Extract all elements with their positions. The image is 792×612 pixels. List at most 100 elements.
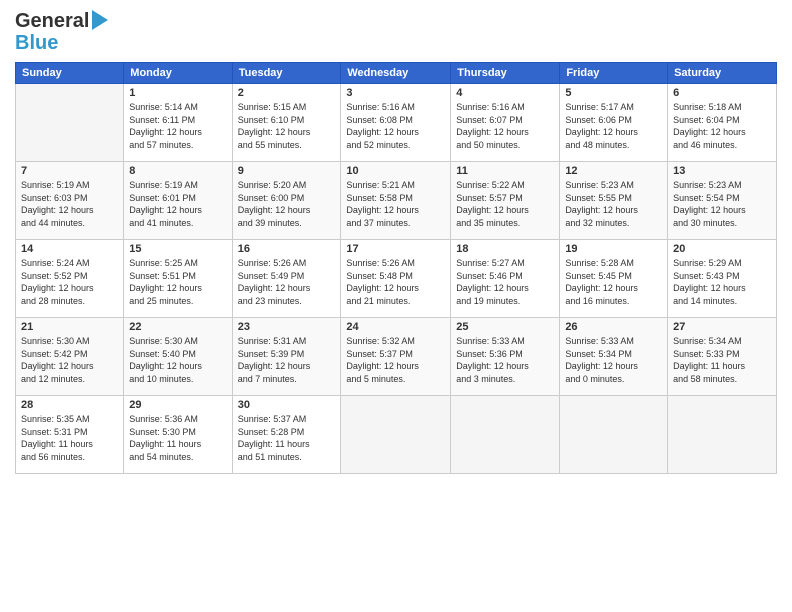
day-cell: 3Sunrise: 5:16 AM Sunset: 6:08 PM Daylig… [341,84,451,162]
day-info: Sunrise: 5:35 AM Sunset: 5:31 PM Dayligh… [21,413,118,463]
logo-arrow-icon [92,10,108,30]
day-info: Sunrise: 5:20 AM Sunset: 6:00 PM Dayligh… [238,179,336,229]
day-info: Sunrise: 5:15 AM Sunset: 6:10 PM Dayligh… [238,101,336,151]
day-cell: 5 Sunrise: 5:17 AM Sunset: 6:06 PM Daylig… [560,84,668,162]
day-cell: 20Sunrise: 5:29 AM Sunset: 5:43 PM Dayli… [668,240,777,318]
day-cell [341,396,451,474]
col-header-wednesday: Wednesday [341,63,451,84]
col-header-saturday: Saturday [668,63,777,84]
day-cell [560,396,668,474]
day-info: Sunrise: 5:36 AM Sunset: 5:30 PM Dayligh… [129,413,226,463]
day-cell: 1 Sunrise: 5:14 AM Sunset: 6:11 PM Daylig… [124,84,232,162]
day-number: 2 [238,87,336,99]
day-number: 26 [565,321,662,333]
day-cell: 24 Sunrise: 5:32 AM Sunset: 5:37 PM Dayli… [341,318,451,396]
day-cell: 26Sunrise: 5:33 AM Sunset: 5:34 PM Dayli… [560,318,668,396]
day-cell [451,396,560,474]
col-header-monday: Monday [124,63,232,84]
day-info: Sunrise: 5:34 AM Sunset: 5:33 PM Dayligh… [673,335,771,385]
day-number: 7 [21,165,118,177]
day-info: Sunrise: 5:32 AM Sunset: 5:37 PM Dayligh… [346,335,445,385]
page-header: General Blue [15,10,777,54]
day-number: 8 [129,165,226,177]
day-info: Sunrise: 5:25 AM Sunset: 5:51 PM Dayligh… [129,257,226,307]
day-cell: 19 Sunrise: 5:28 AM Sunset: 5:45 PM Dayli… [560,240,668,318]
day-info: Sunrise: 5:14 AM Sunset: 6:11 PM Dayligh… [129,101,226,151]
day-number: 1 [129,87,226,99]
day-cell: 25Sunrise: 5:33 AM Sunset: 5:36 PM Dayli… [451,318,560,396]
day-cell: 22 Sunrise: 5:30 AM Sunset: 5:40 PM Dayli… [124,318,232,396]
day-number: 13 [673,165,771,177]
day-cell: 27Sunrise: 5:34 AM Sunset: 5:33 PM Dayli… [668,318,777,396]
day-number: 12 [565,165,662,177]
day-info: Sunrise: 5:29 AM Sunset: 5:43 PM Dayligh… [673,257,771,307]
day-info: Sunrise: 5:33 AM Sunset: 5:36 PM Dayligh… [456,335,554,385]
calendar-header-row: SundayMondayTuesdayWednesdayThursdayFrid… [16,63,777,84]
day-cell: 10 Sunrise: 5:21 AM Sunset: 5:58 PM Dayli… [341,162,451,240]
day-cell: 6 Sunrise: 5:18 AM Sunset: 6:04 PM Daylig… [668,84,777,162]
day-number: 11 [456,165,554,177]
day-number: 9 [238,165,336,177]
day-info: Sunrise: 5:31 AM Sunset: 5:39 PM Dayligh… [238,335,336,385]
calendar-table: SundayMondayTuesdayWednesdayThursdayFrid… [15,62,777,474]
day-cell: 15 Sunrise: 5:25 AM Sunset: 5:51 PM Dayli… [124,240,232,318]
day-cell: 8 Sunrise: 5:19 AM Sunset: 6:01 PM Daylig… [124,162,232,240]
day-info: Sunrise: 5:23 AM Sunset: 5:54 PM Dayligh… [673,179,771,229]
day-info: Sunrise: 5:16 AM Sunset: 6:07 PM Dayligh… [456,101,554,151]
day-cell [16,84,124,162]
day-cell: 18Sunrise: 5:27 AM Sunset: 5:46 PM Dayli… [451,240,560,318]
day-number: 24 [346,321,445,333]
day-info: Sunrise: 5:17 AM Sunset: 6:06 PM Dayligh… [565,101,662,151]
day-number: 10 [346,165,445,177]
day-number: 16 [238,243,336,255]
day-cell: 13 Sunrise: 5:23 AM Sunset: 5:54 PM Dayli… [668,162,777,240]
day-info: Sunrise: 5:19 AM Sunset: 6:03 PM Dayligh… [21,179,118,229]
day-info: Sunrise: 5:23 AM Sunset: 5:55 PM Dayligh… [565,179,662,229]
week-row-1: 1 Sunrise: 5:14 AM Sunset: 6:11 PM Daylig… [16,84,777,162]
logo: General Blue [15,10,108,54]
day-number: 6 [673,87,771,99]
day-cell: 2 Sunrise: 5:15 AM Sunset: 6:10 PM Daylig… [232,84,341,162]
day-cell: 7 Sunrise: 5:19 AM Sunset: 6:03 PM Daylig… [16,162,124,240]
week-row-4: 21Sunrise: 5:30 AM Sunset: 5:42 PM Dayli… [16,318,777,396]
col-header-tuesday: Tuesday [232,63,341,84]
day-cell: 17Sunrise: 5:26 AM Sunset: 5:48 PM Dayli… [341,240,451,318]
day-info: Sunrise: 5:30 AM Sunset: 5:40 PM Dayligh… [129,335,226,385]
day-cell: 23Sunrise: 5:31 AM Sunset: 5:39 PM Dayli… [232,318,341,396]
day-number: 4 [456,87,554,99]
week-row-3: 14 Sunrise: 5:24 AM Sunset: 5:52 PM Dayli… [16,240,777,318]
col-header-friday: Friday [560,63,668,84]
col-header-thursday: Thursday [451,63,560,84]
day-cell: 29 Sunrise: 5:36 AM Sunset: 5:30 PM Dayli… [124,396,232,474]
day-cell: 4 Sunrise: 5:16 AM Sunset: 6:07 PM Daylig… [451,84,560,162]
day-info: Sunrise: 5:19 AM Sunset: 6:01 PM Dayligh… [129,179,226,229]
day-number: 5 [565,87,662,99]
day-info: Sunrise: 5:21 AM Sunset: 5:58 PM Dayligh… [346,179,445,229]
day-number: 14 [21,243,118,255]
day-cell: 21Sunrise: 5:30 AM Sunset: 5:42 PM Dayli… [16,318,124,396]
day-cell: 11 Sunrise: 5:22 AM Sunset: 5:57 PM Dayli… [451,162,560,240]
day-info: Sunrise: 5:22 AM Sunset: 5:57 PM Dayligh… [456,179,554,229]
day-number: 15 [129,243,226,255]
day-info: Sunrise: 5:24 AM Sunset: 5:52 PM Dayligh… [21,257,118,307]
day-cell: 9 Sunrise: 5:20 AM Sunset: 6:00 PM Daylig… [232,162,341,240]
day-cell [668,396,777,474]
logo-blue: Blue [15,32,108,54]
week-row-2: 7 Sunrise: 5:19 AM Sunset: 6:03 PM Daylig… [16,162,777,240]
week-row-5: 28Sunrise: 5:35 AM Sunset: 5:31 PM Dayli… [16,396,777,474]
day-number: 21 [21,321,118,333]
day-info: Sunrise: 5:26 AM Sunset: 5:49 PM Dayligh… [238,257,336,307]
day-number: 18 [456,243,554,255]
day-number: 22 [129,321,226,333]
day-number: 17 [346,243,445,255]
day-info: Sunrise: 5:16 AM Sunset: 6:08 PM Dayligh… [346,101,445,151]
day-cell: 30Sunrise: 5:37 AM Sunset: 5:28 PM Dayli… [232,396,341,474]
day-info: Sunrise: 5:18 AM Sunset: 6:04 PM Dayligh… [673,101,771,151]
day-info: Sunrise: 5:37 AM Sunset: 5:28 PM Dayligh… [238,413,336,463]
day-cell: 12 Sunrise: 5:23 AM Sunset: 5:55 PM Dayli… [560,162,668,240]
day-cell: 16 Sunrise: 5:26 AM Sunset: 5:49 PM Dayli… [232,240,341,318]
day-number: 19 [565,243,662,255]
day-number: 29 [129,399,226,411]
day-cell: 28Sunrise: 5:35 AM Sunset: 5:31 PM Dayli… [16,396,124,474]
day-info: Sunrise: 5:28 AM Sunset: 5:45 PM Dayligh… [565,257,662,307]
